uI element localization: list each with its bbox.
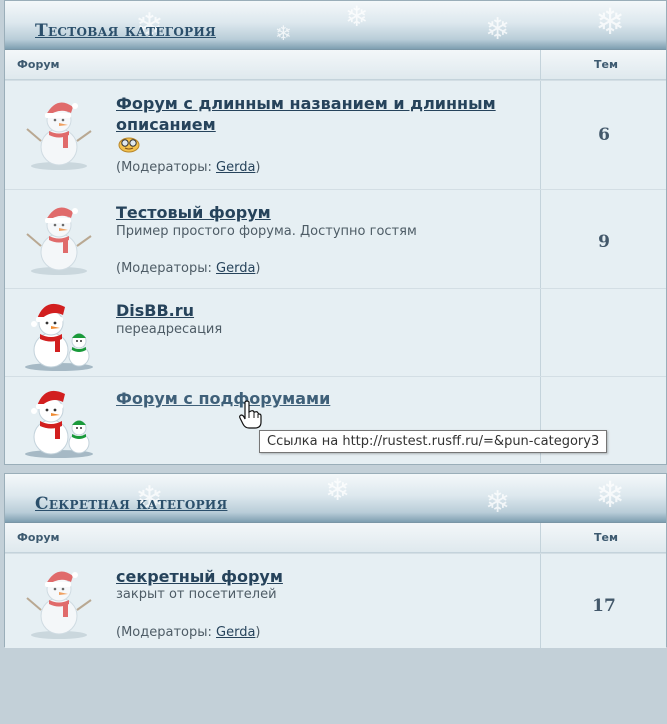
snowflake-icon: ❄: [485, 12, 511, 47]
column-header: Форум Тем: [5, 50, 666, 80]
forum-row: секретный форум закрыт от посетителей (М…: [5, 553, 666, 648]
snowman-faded-icon: [26, 570, 92, 640]
forum-title-link[interactable]: Тестовый форум: [116, 202, 271, 223]
snowflake-icon: ❄: [345, 1, 369, 33]
snowflake-icon: ❄: [485, 485, 511, 520]
category-header: ❄ ❄ ❄ ❄ Секретная категория: [5, 474, 666, 523]
category-title-link[interactable]: Секретная категория: [35, 494, 227, 514]
snowman-faded-icon: [26, 101, 92, 171]
moderator-link[interactable]: Gerda: [216, 160, 255, 175]
forum-description: переадресация: [116, 322, 223, 337]
link-tooltip: Ссылка на http://rustest.rusff.ru/=&pun-…: [259, 430, 608, 453]
moderators-line: (Модераторы: Gerda): [116, 625, 261, 640]
column-header-forum: Форум: [17, 531, 60, 544]
column-header: Форум Тем: [5, 523, 666, 553]
forum-row: DisBB.ru переадресация: [5, 288, 666, 376]
snowflake-icon: ❄: [595, 2, 626, 43]
category-header: ❄ ❄ ❄ ❄ ❄ Тестовая категория: [5, 1, 666, 50]
forum-description: закрыт от посетителей: [116, 587, 277, 602]
topics-count: 17: [592, 596, 616, 616]
snowflake-icon: ❄: [325, 474, 351, 508]
forum-title-link[interactable]: секретный форум: [116, 566, 283, 587]
snowman-family-icon: [24, 390, 94, 459]
forum-title-link[interactable]: Форум с подфорумами: [116, 388, 330, 409]
smiley-glasses-icon: [118, 137, 140, 153]
category-block: ❄ ❄ ❄ ❄ Секретная категория Форум Тем се…: [4, 473, 667, 648]
moderators-line: (Модераторы: Gerda): [116, 261, 261, 276]
column-header-topics: Тем: [594, 531, 618, 544]
category-title-link[interactable]: Тестовая категория: [35, 21, 216, 41]
topics-count: 6: [598, 125, 610, 145]
forum-title-link[interactable]: DisBB.ru: [116, 300, 194, 321]
moderator-link[interactable]: Gerda: [216, 261, 255, 276]
snowflake-icon: ❄: [595, 475, 626, 516]
hand-pointer-icon: [239, 400, 262, 429]
forum-row: Форум с длинным названием и длинным опис…: [5, 80, 666, 189]
category-block: ❄ ❄ ❄ ❄ ❄ Тестовая категория Форум Тем Ф…: [4, 0, 667, 465]
forum-description: Пример простого форума. Доступно гостям: [116, 224, 417, 239]
column-header-forum: Форум: [17, 58, 60, 71]
moderator-link[interactable]: Gerda: [216, 625, 255, 640]
topics-count: 9: [598, 232, 610, 252]
moderators-line: (Модераторы: Gerda): [116, 160, 261, 175]
snowflake-icon: ❄: [275, 21, 292, 45]
column-header-topics: Тем: [594, 58, 618, 71]
forum-title-link[interactable]: Форум с длинным названием и длинным опис…: [116, 93, 526, 135]
snowman-family-icon: [24, 303, 94, 372]
forum-row: Тестовый форум Пример простого форума. Д…: [5, 189, 666, 288]
snowman-faded-icon: [26, 206, 92, 276]
